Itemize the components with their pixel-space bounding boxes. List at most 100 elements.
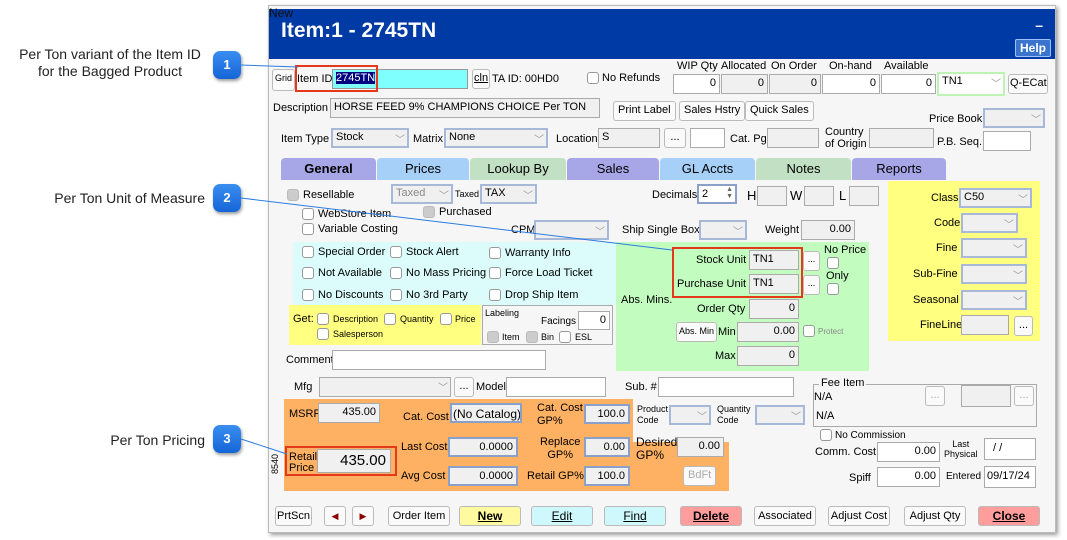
print-label-button[interactable]: Print Label	[613, 101, 676, 121]
mfg-select[interactable]: ﹀	[319, 377, 451, 397]
tab-sales[interactable]: Sales	[567, 158, 659, 180]
special-order-checkbox[interactable]	[302, 246, 314, 258]
help-button[interactable]: Help	[1014, 39, 1051, 57]
last-physical-input[interactable]: / /	[984, 438, 1036, 460]
warranty-info-checkbox[interactable]	[489, 247, 501, 259]
location-browse-button[interactable]: ...	[664, 128, 686, 148]
tab-reports[interactable]: Reports	[852, 158, 946, 180]
adjust-qty-button[interactable]: Adjust Qty	[904, 506, 966, 526]
edit-button[interactable]: Edit	[531, 506, 593, 526]
label-esl-checkbox[interactable]	[559, 331, 571, 343]
sub-number-input[interactable]	[658, 377, 794, 397]
next-record-button[interactable]: ▶	[352, 506, 374, 526]
previous-record-button[interactable]: ◀	[324, 506, 346, 526]
get-description-checkbox[interactable]	[317, 313, 329, 325]
spinner-arrows-icon[interactable]: ▲ ▼	[726, 186, 733, 200]
label-item-checkbox[interactable]	[487, 331, 499, 343]
get-price-checkbox[interactable]	[440, 313, 452, 325]
close-button[interactable]: Close	[978, 506, 1040, 526]
associated-button[interactable]: Associated	[754, 506, 816, 526]
class-select[interactable]: C50 ﹀	[959, 188, 1032, 208]
item-type-select[interactable]: Stock ﹀	[331, 128, 409, 148]
max-input[interactable]: 0	[737, 346, 799, 366]
unit-select[interactable]: TN1 ﹀	[937, 72, 1005, 96]
force-load-ticket-checkbox[interactable]	[489, 267, 501, 279]
sales-history-button[interactable]: Sales Hstry	[679, 101, 746, 121]
h-input[interactable]	[757, 186, 787, 206]
cat-cost-gp-input[interactable]: 100.0	[584, 404, 630, 424]
w-input[interactable]	[804, 186, 834, 206]
stock-alert-checkbox[interactable]	[390, 246, 402, 258]
avg-cost-input[interactable]: 0.0000	[448, 466, 518, 486]
purchased-checkbox[interactable]	[423, 206, 435, 218]
no-mass-pricing-checkbox[interactable]	[390, 267, 402, 279]
weight-input[interactable]: 0.00	[801, 220, 855, 240]
fee-browse-button-1[interactable]: ...	[925, 386, 945, 406]
ship-single-box-select[interactable]: ﹀	[699, 220, 747, 240]
seasonal-select[interactable]: ﹀	[961, 290, 1027, 310]
no-3rd-party-checkbox[interactable]	[390, 289, 402, 301]
desired-gp-input[interactable]: 0.00	[677, 437, 724, 457]
cln-button[interactable]: cln	[472, 69, 490, 89]
fineline-input[interactable]	[961, 315, 1009, 335]
get-salesperson-checkbox[interactable]	[317, 328, 329, 340]
adjust-cost-button[interactable]: Adjust Cost	[828, 506, 890, 526]
fineline-browse-button[interactable]: ...	[1014, 316, 1033, 336]
fine-select[interactable]: ﹀	[961, 238, 1027, 258]
price-book-select[interactable]: ﹀	[983, 108, 1045, 128]
minimize-button[interactable]: –	[1035, 17, 1043, 33]
no-discounts-checkbox[interactable]	[302, 289, 314, 301]
label-bin-checkbox[interactable]	[526, 331, 538, 343]
code-select[interactable]: ﹀	[961, 213, 1018, 233]
not-available-checkbox[interactable]	[302, 267, 314, 279]
tab-prices[interactable]: Prices	[377, 158, 469, 180]
tab-notes[interactable]: Notes	[756, 158, 851, 180]
last-cost-input[interactable]: 0.0000	[448, 437, 518, 457]
find-button[interactable]: Find	[604, 506, 666, 526]
taxed-select[interactable]: Taxed ﹀	[391, 184, 453, 204]
matrix-select[interactable]: None ﹀	[444, 128, 548, 148]
mfg-browse-button[interactable]: ...	[454, 377, 474, 397]
grid-button[interactable]: Grid	[272, 69, 296, 91]
abs-min-button[interactable]: Abs. Min	[676, 322, 718, 342]
decimals-spinner[interactable]: 2 ▲ ▼	[697, 184, 737, 204]
product-code-select[interactable]: ﹀	[669, 405, 711, 425]
fee-browse-button-2[interactable]: ...	[1014, 386, 1034, 406]
get-quantity-checkbox[interactable]	[384, 313, 396, 325]
pb-seq-input[interactable]	[983, 131, 1031, 151]
bdft-button[interactable]: BdFt	[683, 466, 717, 486]
tab-gl-accts[interactable]: GL Accts	[660, 158, 755, 180]
tab-lookup-by[interactable]: Lookup By	[470, 158, 566, 180]
stock-unit-browse-button[interactable]: ...	[803, 251, 820, 271]
webstore-checkbox[interactable]	[302, 208, 314, 220]
cat-pg-input[interactable]	[767, 128, 819, 148]
no-refunds-checkbox[interactable]	[587, 72, 599, 84]
country-of-origin-input[interactable]	[869, 128, 934, 148]
protect-checkbox[interactable]	[803, 325, 815, 337]
l-input[interactable]	[849, 186, 879, 206]
qecat-button[interactable]: Q-ECat	[1008, 74, 1048, 94]
subfine-select[interactable]: ﹀	[961, 264, 1027, 284]
model-input[interactable]	[506, 377, 606, 397]
msrp-input[interactable]: 435.00	[318, 403, 380, 423]
comment-input[interactable]	[332, 350, 546, 370]
cpm-select[interactable]: ﹀	[534, 220, 609, 240]
location-input[interactable]: S	[598, 128, 660, 148]
drop-ship-checkbox[interactable]	[489, 289, 501, 301]
quantity-code-select[interactable]: ﹀	[755, 405, 805, 425]
no-commission-checkbox[interactable]	[820, 429, 832, 441]
delete-button[interactable]: Delete	[680, 506, 742, 526]
retail-gp-input[interactable]: 100.0	[584, 466, 630, 486]
facings-input[interactable]: 0	[578, 311, 610, 330]
tax-select[interactable]: TAX ﹀	[480, 184, 537, 204]
purchase-unit-browse-button[interactable]: ...	[803, 275, 820, 295]
location-extra-input[interactable]	[690, 128, 725, 148]
description-input[interactable]: HORSE FEED 9% CHAMPIONS CHOICE Per TON	[330, 98, 600, 118]
no-price-checkbox[interactable]	[827, 257, 839, 269]
quick-sales-button[interactable]: Quick Sales	[745, 101, 814, 121]
replace-gp-input[interactable]: 0.00	[584, 437, 630, 457]
new-button[interactable]: New	[459, 506, 521, 526]
fee-input[interactable]	[961, 385, 1011, 407]
resellable-checkbox[interactable]	[287, 189, 299, 201]
order-qty-input[interactable]: 0	[749, 299, 799, 319]
